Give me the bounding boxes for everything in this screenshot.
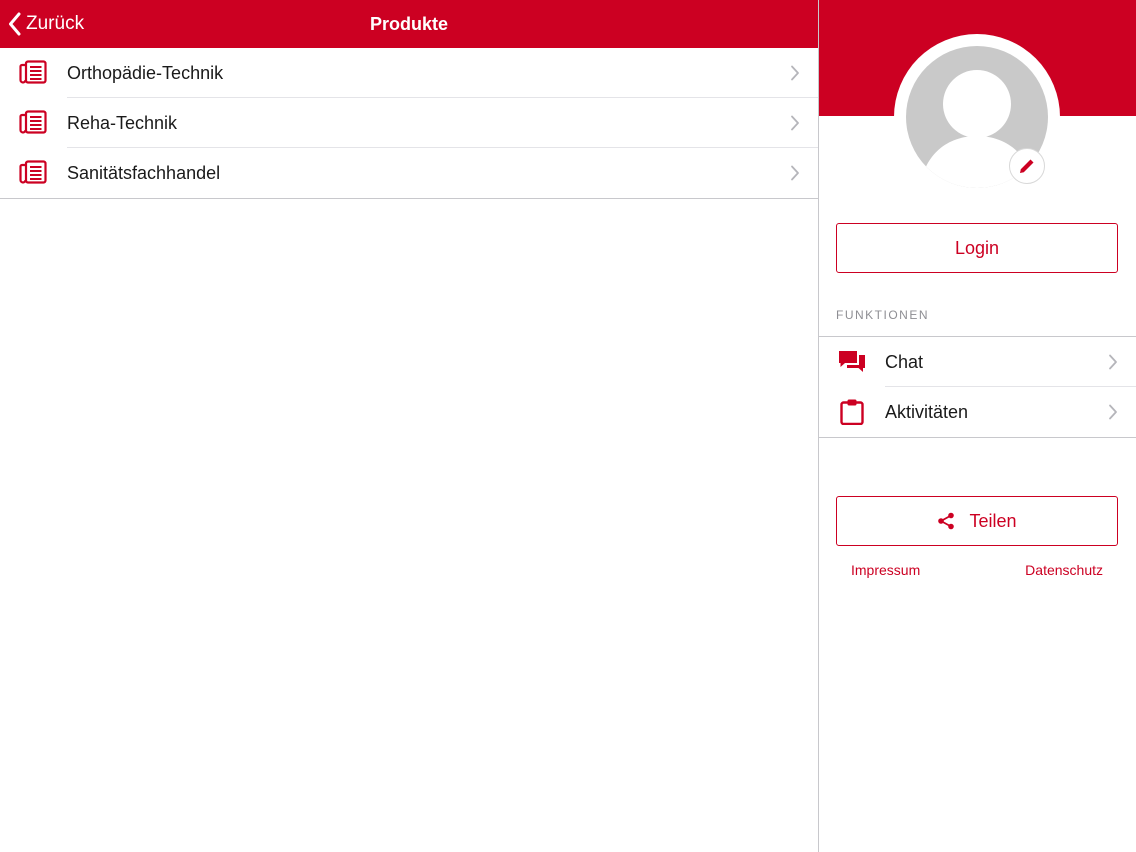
functions-list: Chat Aktivitäten — [819, 336, 1136, 438]
list-item-label: Sanitätsfachhandel — [67, 163, 221, 183]
pencil-icon — [1020, 159, 1034, 173]
list-item-label: Orthopädie-Technik — [67, 63, 224, 83]
navigation-bar: Zurück Produkte — [0, 0, 818, 48]
login-button[interactable]: Login — [836, 223, 1118, 273]
chevron-right-icon — [1109, 354, 1117, 370]
chat-bubbles-icon — [839, 351, 865, 372]
chevron-right-icon — [791, 115, 799, 131]
list-item-sanitaetsfachhandel[interactable]: Sanitätsfachhandel — [0, 148, 818, 198]
back-button[interactable]: Zurück — [8, 10, 84, 38]
profile-sidebar: Login FUNKTIONEN Chat Aktivitäten Teilen… — [819, 0, 1136, 852]
edit-avatar-button[interactable] — [1009, 148, 1045, 184]
catalog-icon — [19, 110, 47, 134]
chevron-right-icon — [791, 65, 799, 81]
products-list: Orthopädie-Technik Reha-Technik Sanitäts… — [0, 48, 818, 199]
list-item-label: Reha-Technik — [67, 113, 178, 133]
list-item-label: Aktivitäten — [885, 402, 969, 422]
impressum-link[interactable]: Impressum — [851, 562, 920, 578]
clipboard-icon — [840, 399, 864, 425]
section-header-funktionen: FUNKTIONEN — [836, 308, 929, 322]
datenschutz-link[interactable]: Datenschutz — [1025, 562, 1103, 578]
list-item-orthopaedie-technik[interactable]: Orthopädie-Technik — [0, 48, 818, 98]
app-window: Zurück Produkte Orthopädie-Technik Reha-… — [0, 0, 1136, 852]
chevron-left-icon — [9, 12, 21, 36]
back-button-label: Zurück — [26, 13, 85, 34]
chevron-right-icon — [791, 165, 799, 181]
chevron-right-icon — [1109, 404, 1117, 420]
list-item-label: Chat — [885, 352, 924, 372]
list-item-aktivitaeten[interactable]: Aktivitäten — [819, 387, 1136, 437]
page-title: Produkte — [369, 14, 448, 34]
catalog-icon — [19, 160, 47, 184]
products-pane: Zurück Produkte Orthopädie-Technik Reha-… — [0, 0, 818, 852]
catalog-icon — [19, 60, 47, 84]
share-button-label: Teilen — [969, 510, 1017, 531]
list-item-reha-technik[interactable]: Reha-Technik — [0, 98, 818, 148]
list-item-chat[interactable]: Chat — [819, 337, 1136, 387]
share-icon — [938, 512, 955, 530]
share-button[interactable]: Teilen — [836, 496, 1118, 546]
